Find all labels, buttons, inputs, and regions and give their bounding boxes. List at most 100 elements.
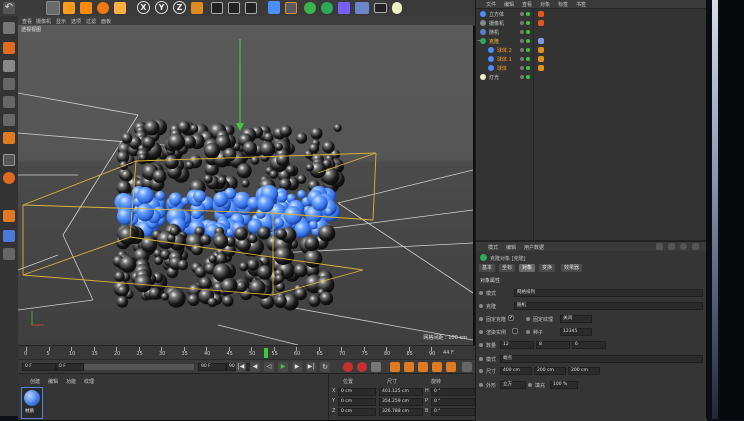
- move-tool-icon[interactable]: [63, 2, 75, 14]
- enable-check-icon[interactable]: [526, 30, 530, 34]
- attr-menu-edit[interactable]: 编辑: [506, 244, 516, 251]
- polygons-mode-icon[interactable]: [3, 114, 15, 126]
- attr-tab[interactable]: 变换: [539, 264, 556, 272]
- coord-rotation-field[interactable]: 0 °: [431, 398, 475, 406]
- attr-lock-icon[interactable]: [692, 243, 699, 250]
- material-swatch[interactable]: 材质: [21, 387, 43, 419]
- material-tag-icon[interactable]: [538, 56, 544, 62]
- goto-end-icon[interactable]: ▶|: [306, 362, 316, 372]
- seed-field[interactable]: 12345: [560, 328, 592, 336]
- material-tag-icon[interactable]: [538, 20, 544, 26]
- size-z-field[interactable]: 200 cm: [568, 367, 600, 375]
- timeline-ruler[interactable]: 0 5 10 15 20 25 30 35 40 45 50 55 60 65 70 75 80 85 90 44 …: [18, 345, 475, 360]
- preview-start-field[interactable]: 0 F: [56, 363, 84, 371]
- key-parameter-icon[interactable]: [432, 362, 442, 372]
- enable-check-icon[interactable]: [526, 66, 530, 70]
- texture-mode-icon[interactable]: [3, 60, 15, 72]
- coord-position-field[interactable]: 0 cm: [338, 408, 376, 416]
- goto-start-icon[interactable]: |◀: [236, 362, 246, 372]
- render-picture-viewer-icon[interactable]: [228, 2, 240, 14]
- object-menu-objects[interactable]: 对象: [540, 1, 550, 8]
- y-axis-lock-icon[interactable]: Y: [155, 1, 168, 14]
- coord-size-field[interactable]: 326.788 cm: [379, 408, 423, 416]
- object-row[interactable]: −克隆: [476, 37, 707, 46]
- enable-check-icon[interactable]: [526, 12, 530, 16]
- light-icon[interactable]: [392, 2, 402, 14]
- count-y-field[interactable]: 8: [536, 341, 570, 349]
- object-row[interactable]: 立方体: [476, 10, 707, 19]
- coord-rotation-field[interactable]: 0 °: [431, 388, 475, 396]
- cloner-icon[interactable]: [321, 2, 333, 14]
- z-axis-lock-icon[interactable]: Z: [173, 1, 186, 14]
- attr-tab[interactable]: 对象: [519, 264, 536, 272]
- cube-icon[interactable]: [268, 1, 280, 14]
- pen-icon[interactable]: [285, 2, 297, 14]
- x-axis-lock-icon[interactable]: X: [137, 1, 150, 14]
- material-tag-icon[interactable]: [538, 65, 544, 71]
- object-menu-view[interactable]: 查看: [522, 1, 532, 8]
- timeline-menu-icon[interactable]: [462, 362, 472, 372]
- attr-search-icon[interactable]: [680, 243, 687, 250]
- autokey-icon[interactable]: [357, 362, 367, 372]
- material-menu-texture[interactable]: 纹理: [84, 378, 94, 385]
- key-position-icon[interactable]: [390, 362, 400, 372]
- select-tool-icon[interactable]: [46, 1, 60, 15]
- viewport-menu-filter[interactable]: 过滤: [86, 18, 96, 25]
- attr-tab[interactable]: 坐标: [499, 264, 516, 272]
- enable-check-icon[interactable]: [526, 75, 530, 79]
- object-menu-bookmarks[interactable]: 书签: [576, 1, 586, 8]
- mode-dropdown[interactable]: 网格排列: [514, 289, 703, 297]
- render-settings-icon[interactable]: [245, 2, 257, 14]
- attr-menu-mode[interactable]: 模式: [488, 244, 498, 251]
- coord-position-field[interactable]: 0 cm: [338, 398, 376, 406]
- viewport-menu-view[interactable]: 查看: [22, 18, 32, 25]
- visibility-dots-icon[interactable]: [520, 39, 524, 43]
- object-row[interactable]: 灯光: [476, 73, 707, 82]
- visibility-dots-icon[interactable]: [520, 30, 524, 34]
- visibility-dots-icon[interactable]: [520, 66, 524, 70]
- clone-dropdown[interactable]: 随机: [514, 302, 703, 310]
- scale-tool-icon[interactable]: [80, 2, 92, 14]
- enable-check-icon[interactable]: [526, 48, 530, 52]
- count-x-field[interactable]: 12: [500, 341, 534, 349]
- object-menu-tags[interactable]: 标签: [558, 1, 568, 8]
- coord-size-field[interactable]: 354.259 cm: [379, 398, 423, 406]
- last-tool-icon[interactable]: [114, 2, 126, 14]
- undo-icon[interactable]: ↶: [3, 2, 15, 14]
- snap-icon[interactable]: [3, 172, 15, 184]
- enable-check-icon[interactable]: [526, 39, 530, 43]
- material-tag-icon[interactable]: [538, 11, 544, 17]
- points-mode-icon[interactable]: [3, 78, 15, 90]
- key-scale-icon[interactable]: [404, 362, 414, 372]
- size-y-field[interactable]: 200 cm: [534, 367, 566, 375]
- fix-texture-dropdown[interactable]: 关闭: [560, 315, 592, 323]
- key-rotation-icon[interactable]: [418, 362, 428, 372]
- enable-check-icon[interactable]: [526, 57, 530, 61]
- coord-position-field[interactable]: 0 cm: [338, 388, 376, 396]
- camera-icon[interactable]: [374, 3, 387, 13]
- next-key-icon[interactable]: ▶: [292, 362, 302, 372]
- preview-range-slider[interactable]: [84, 364, 194, 370]
- start-frame-field[interactable]: 0 F: [22, 363, 56, 371]
- prev-key-icon[interactable]: ◀: [250, 362, 260, 372]
- fix-clone-checkbox[interactable]: ✓: [508, 315, 514, 321]
- floor-icon[interactable]: [355, 2, 369, 14]
- edges-mode-icon[interactable]: [3, 96, 15, 108]
- shape-dropdown[interactable]: 立方: [500, 381, 526, 389]
- object-menu-edit[interactable]: 编辑: [504, 1, 514, 8]
- axis-mode-icon[interactable]: [3, 132, 15, 144]
- attr-menu-userdata[interactable]: 用户数据: [524, 244, 544, 251]
- material-tag-icon[interactable]: [538, 38, 544, 44]
- record-icon[interactable]: [343, 362, 353, 372]
- material-menu-edit[interactable]: 编辑: [48, 378, 58, 385]
- timeline-playhead[interactable]: [264, 348, 268, 358]
- size-x-field[interactable]: 400 cm: [500, 367, 532, 375]
- instance-mode-checkbox[interactable]: [512, 328, 518, 334]
- material-menu-create[interactable]: 创建: [30, 378, 40, 385]
- play-backward-icon[interactable]: ◁: [264, 362, 274, 372]
- visibility-dots-icon[interactable]: [520, 48, 524, 52]
- keyframe-selection-icon[interactable]: [371, 362, 381, 372]
- grid-icon[interactable]: [3, 248, 15, 260]
- material-menu-function[interactable]: 功能: [66, 378, 76, 385]
- render-view-icon[interactable]: [211, 2, 223, 14]
